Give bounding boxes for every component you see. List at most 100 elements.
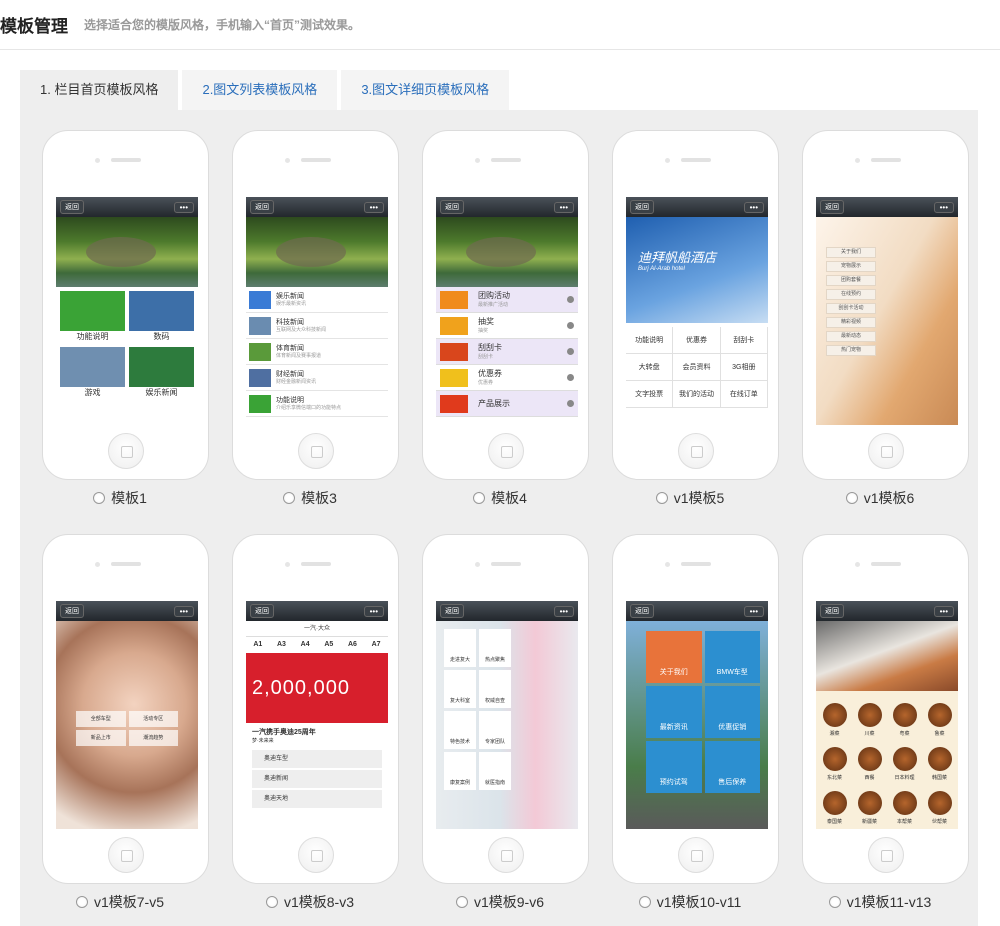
list-text: 体育新闻 体育新闻及赛事报道	[276, 344, 321, 360]
tab-list-template[interactable]: 2.图文列表模板风格	[182, 70, 338, 110]
feature-cell: 在线订单	[720, 381, 768, 408]
feature-cell: 优惠券	[673, 327, 721, 354]
tile-grid: 关于我们 BMW车型 最新资讯 优惠促销 预约试驾 售后保养	[626, 621, 768, 793]
home-button-icon	[678, 837, 714, 873]
phone-screen: 返回 ••• 关于我们 宠物展示 团购套餐 在线预约 刮刮卡活动 精彩视频 最新动态 热门宠物	[816, 197, 958, 425]
phone-preview[interactable]: 返回 ••• 全部车型 活动专区 新品上市 潮流趋势	[42, 534, 209, 884]
screen-tile: 数码	[129, 291, 194, 343]
metro-tile: 最新资讯	[646, 686, 702, 738]
list-sub: 财经金融新闻资讯	[276, 378, 317, 385]
phone-preview[interactable]: 返回 ••• 湘菜 川菜 粤菜 鲁菜 东北菜 西餐 日本料理 韩国菜 泰国菜 新疆菜 本帮菜 伙帮菜	[802, 534, 969, 884]
phone-preview[interactable]: 返回 ••• 娱乐新闻 娱乐最新资讯 科技新闻 互联网及大众科技新闻 体育新闻 体育新闻及赛事…	[232, 130, 399, 480]
template-option[interactable]: v1模板11-v13	[790, 892, 970, 912]
menu-buttons: 关于我们 宠物展示 团购套餐 在线预约 刮刮卡活动 精彩视频 最新动态 热门宠物	[816, 247, 958, 356]
menu-title: 优惠券	[478, 369, 502, 378]
page-title: 模板管理	[0, 17, 68, 36]
home-button-icon	[108, 837, 144, 873]
metro-tile: BMW车型	[704, 631, 760, 683]
phone-preview[interactable]: 返回 ••• 迪拜帆船酒店 Burj Al-Arab hotel 功能说明 优惠券 刮刮卡大…	[612, 130, 779, 480]
metro-tile: 预约试驾	[646, 741, 702, 793]
camera-icon	[665, 158, 670, 163]
template-option[interactable]: 模板3	[220, 488, 400, 508]
cuisine-item: 鲁菜	[923, 695, 956, 737]
radio-button[interactable]	[283, 492, 296, 504]
phone-screen: 返回 ••• 关于我们 BMW车型 最新资讯 优惠促销 预约试驾 售后保养	[626, 601, 768, 829]
phone-navbar: 返回 •••	[436, 197, 578, 217]
speaker-slot	[491, 158, 521, 162]
phone-preview[interactable]: 返回 ••• 一汽·大众 A1 A3 A4 A5 A6 A7 2,000,000 一汽携手奥迪25周…	[232, 534, 399, 884]
radio-button[interactable]	[638, 896, 651, 908]
menu-button: 新品上市	[76, 730, 126, 746]
menu-text: 抽奖 抽奖	[478, 317, 494, 334]
radio-button[interactable]	[473, 492, 486, 504]
phone-navbar: 返回 •••	[56, 197, 198, 217]
radio-button[interactable]	[828, 896, 841, 908]
menu-buttons: 全部车型 活动专区 新品上市 潮流趋势	[56, 711, 198, 746]
home-button-icon	[108, 433, 144, 469]
list-sub: 娱乐最新资讯	[276, 300, 307, 307]
tile-label: 功能说明	[60, 331, 125, 343]
service-item: 康复案例	[444, 752, 476, 790]
camera-icon	[285, 562, 290, 567]
template-option[interactable]: v1模板10-v11	[600, 892, 780, 912]
more-icon: •••	[553, 605, 574, 617]
menu-button: 全部车型	[76, 711, 126, 727]
page-subtitle: 选择适合您的模版风格，手机输入“首页”测试效果。	[84, 18, 361, 32]
radio-button[interactable]	[845, 492, 858, 504]
template-option[interactable]: v1模板9-v6	[410, 892, 590, 912]
tab-home-template[interactable]: 1. 栏目首页模板风格	[20, 70, 179, 110]
list-text: 科技新闻 互联网及大众科技新闻	[276, 318, 326, 334]
service-item: 特色技术	[444, 711, 476, 749]
phone-screen: 返回 ••• 全部车型 活动专区 新品上市 潮流趋势	[56, 601, 198, 829]
list-text: 财经新闻 财经金融新闻资讯	[276, 370, 316, 386]
template-option[interactable]: v1模板8-v3	[220, 892, 400, 912]
phone-preview[interactable]: 返回 ••• 功能说明 数码 游戏 娱乐新闻	[42, 130, 209, 480]
tile-label: 娱乐新闻	[129, 387, 194, 399]
list-sub: 介绍乐享微信端口的功能特点	[276, 404, 342, 411]
tab-detail-template[interactable]: 3.图文详细页模板风格	[341, 70, 510, 110]
tile-label: 数码	[129, 331, 194, 343]
service-item: 权威自查	[479, 670, 511, 708]
template-option[interactable]: 模板4	[410, 488, 590, 508]
phone-preview[interactable]: 返回 ••• 走进复大 热点聚焦 复大科室 权威自查 特色技术 专家团队 康复案例 就医指南	[422, 534, 589, 884]
hero-title: 迪拜帆船酒店	[638, 250, 717, 265]
phone-screen: 返回 ••• 娱乐新闻 娱乐最新资讯 科技新闻 互联网及大众科技新闻 体育新闻 体育新闻及赛事…	[246, 197, 388, 425]
template-card: 返回 ••• 关于我们 宠物展示 团购套餐 在线预约 刮刮卡活动 精彩视频 最新动态 热门宠物 v1…	[790, 110, 970, 510]
radio-button[interactable]	[265, 896, 278, 908]
menu-title: 团购活动	[478, 291, 510, 300]
forest-banner	[246, 217, 388, 287]
menu-sub: 最新推广活动	[478, 302, 509, 308]
camera-icon	[665, 562, 670, 567]
phone-navbar: 返回 •••	[56, 601, 198, 621]
feature-cell: 我们的活动	[673, 381, 721, 408]
more-icon: •••	[553, 201, 574, 213]
cuisine-item: 韩国菜	[923, 739, 956, 781]
hero-subtitle: Burj Al-Arab hotel	[638, 266, 685, 272]
template-option[interactable]: v1模板7-v5	[30, 892, 210, 912]
radio-button[interactable]	[455, 896, 468, 908]
template-option[interactable]: v1模板6	[790, 488, 970, 508]
phone-preview[interactable]: 返回 ••• 关于我们 宠物展示 团购套餐 在线预约 刮刮卡活动 精彩视频 最新动态 热门宠物	[802, 130, 969, 480]
feature-cell: 功能说明	[626, 327, 674, 354]
template-card: 返回 ••• 迪拜帆船酒店 Burj Al-Arab hotel 功能说明 优惠券 刮刮卡大…	[600, 110, 780, 510]
camera-icon	[95, 562, 100, 567]
radio-button[interactable]	[75, 896, 88, 908]
template-name: v1模板10-v11	[656, 894, 742, 910]
more-icon: •••	[933, 201, 954, 213]
list-sub: 体育新闻及赛事报道	[276, 352, 322, 359]
back-button: 返回	[440, 604, 464, 618]
phone-preview[interactable]: 返回 ••• 关于我们 BMW车型 最新资讯 优惠促销 预约试驾 售后保养	[612, 534, 779, 884]
menu-button: 最新动态	[826, 331, 876, 342]
phone-screen: 返回 ••• 团购活动 最新推广活动 抽奖 抽奖 刮刮卡 刮刮卡 优惠券 优惠券 产品展示	[436, 197, 578, 425]
template-option[interactable]: 模板1	[30, 488, 210, 508]
cuisine-grid: 湘菜 川菜 粤菜 鲁菜 东北菜 西餐 日本料理 韩国菜 泰国菜 新疆菜 本帮菜 伙帮菜	[816, 691, 958, 829]
model-tab: A4	[300, 641, 310, 648]
list-thumb	[249, 290, 271, 309]
camera-icon	[95, 158, 100, 163]
radio-button[interactable]	[655, 492, 668, 504]
template-option[interactable]: v1模板5	[600, 488, 780, 508]
forest-banner	[56, 217, 198, 287]
radio-button[interactable]	[93, 492, 106, 504]
phone-preview[interactable]: 返回 ••• 团购活动 最新推广活动 抽奖 抽奖 刮刮卡 刮刮卡 优惠券 优惠券 产品展示	[422, 130, 589, 480]
home-button-icon	[488, 433, 524, 469]
